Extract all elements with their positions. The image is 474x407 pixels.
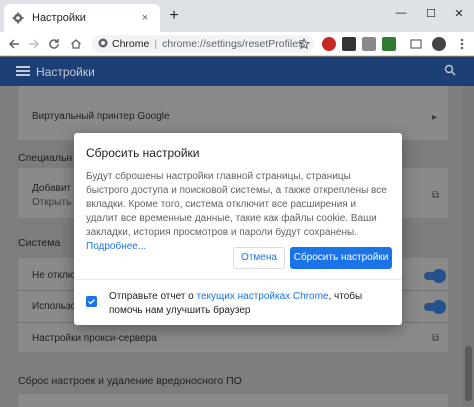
- external-link-icon: ⧉: [432, 190, 440, 201]
- address-site-label: Chrome: [112, 38, 150, 50]
- address-url: chrome://settings/resetProfileS...: [162, 38, 308, 50]
- tab-strip: Настройки × + — ☐ ✕: [0, 0, 474, 32]
- cancel-button[interactable]: Отмена: [233, 247, 285, 269]
- hamburger-menu-icon[interactable]: [16, 64, 30, 78]
- dialog-body-text: Будут сброшены настройки главной страниц…: [86, 171, 387, 238]
- profile-avatar[interactable]: [432, 37, 446, 51]
- chrome-page-icon: [98, 38, 108, 51]
- dialog-footer: Отправьте отчет о текущих настройках Chr…: [74, 279, 402, 325]
- proxy-settings-row[interactable]: Настройки прокси-сервера: [32, 333, 157, 344]
- hw-accel-toggle[interactable]: [424, 300, 446, 314]
- settings-header: Настройки: [0, 57, 474, 86]
- tab-settings[interactable]: Настройки ×: [4, 4, 160, 32]
- current-settings-link[interactable]: текущих настройках Chrome: [197, 291, 329, 302]
- reset-card: [18, 394, 448, 407]
- send-report-checkbox[interactable]: [86, 296, 97, 307]
- page-title: Настройки: [36, 65, 95, 79]
- chevron-right-icon: ▸: [432, 112, 438, 123]
- minimize-button[interactable]: —: [394, 6, 408, 20]
- background-apps-toggle[interactable]: [424, 269, 446, 283]
- bookmark-star-icon[interactable]: [296, 36, 312, 52]
- report-prefix: Отправьте отчет о: [109, 291, 197, 302]
- menu-dots-icon[interactable]: [454, 36, 470, 52]
- dialog-body: Будут сброшены настройки главной страниц…: [86, 170, 390, 254]
- window-close-button[interactable]: ✕: [452, 6, 466, 20]
- send-report-label: Отправьте отчет о текущих настройках Chr…: [109, 290, 389, 318]
- search-icon[interactable]: [444, 64, 458, 78]
- reset-settings-button[interactable]: Сбросить настройки: [290, 247, 392, 269]
- section-special: Специальн: [18, 152, 73, 164]
- section-system: Система: [18, 237, 61, 249]
- add-row-label[interactable]: Добавит: [32, 183, 71, 194]
- scrollbar-thumb[interactable]: [465, 346, 472, 401]
- tab-close-icon[interactable]: ×: [138, 11, 152, 25]
- extension-video-icon[interactable]: [342, 37, 356, 51]
- checkmark-icon: [88, 299, 95, 305]
- address-separator: |: [154, 38, 158, 50]
- virtual-printer-row[interactable]: Виртуальный принтер Google: [32, 111, 170, 122]
- browser-toolbar: Chrome | chrome://settings/resetProfileS…: [0, 32, 474, 56]
- reset-settings-dialog: Сбросить настройки Будут сброшены настро…: [74, 133, 402, 325]
- section-reset: Сброс настроек и удаление вредоносного П…: [18, 375, 242, 387]
- new-tab-button[interactable]: +: [166, 8, 182, 24]
- learn-more-link[interactable]: Подробнее...: [86, 241, 146, 252]
- reload-icon[interactable]: [46, 36, 62, 52]
- extension-green-icon[interactable]: [382, 37, 396, 51]
- extension-opera-icon[interactable]: [322, 37, 336, 51]
- address-bar[interactable]: Chrome | chrome://settings/resetProfileS…: [92, 35, 314, 53]
- gear-icon: [12, 12, 24, 24]
- back-arrow-icon[interactable]: [6, 36, 22, 52]
- extension-translate-icon[interactable]: [362, 37, 376, 51]
- external-link-icon: ⧉: [432, 333, 440, 344]
- home-icon[interactable]: [68, 36, 84, 52]
- cast-icon[interactable]: [408, 36, 424, 52]
- maximize-button[interactable]: ☐: [424, 6, 438, 20]
- dialog-title: Сбросить настройки: [86, 146, 200, 160]
- forward-arrow-icon[interactable]: [26, 36, 42, 52]
- tab-title: Настройки: [32, 12, 86, 24]
- open-row-label: Открыть и: [32, 197, 80, 208]
